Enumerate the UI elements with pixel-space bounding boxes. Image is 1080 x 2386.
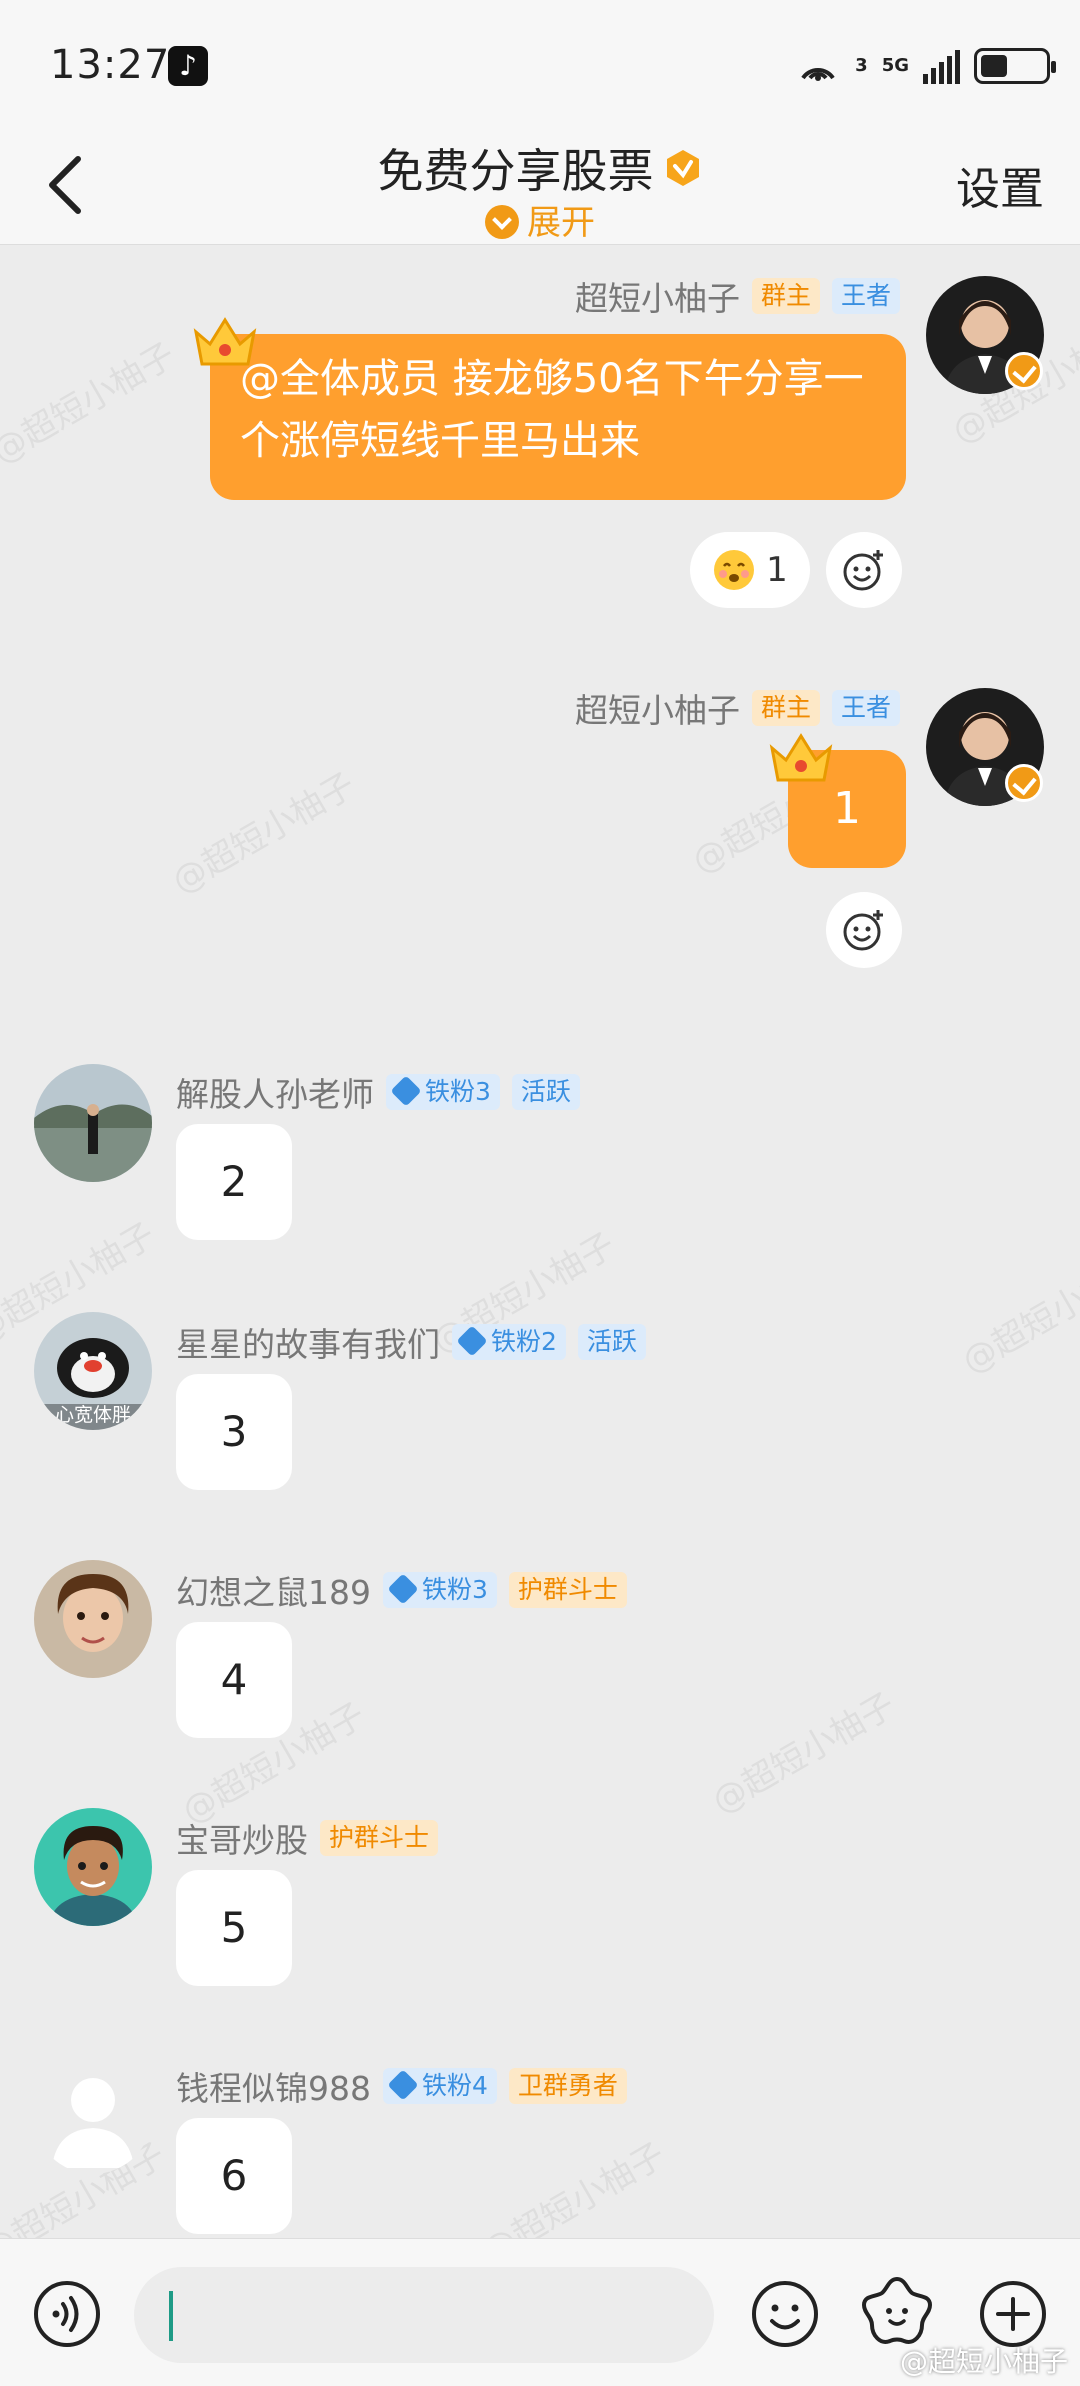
fan-tag-label: 铁粉3 xyxy=(422,1575,488,1604)
sender-info: 超短小柚子 群主 王者 xyxy=(575,272,900,320)
sender-info: 宝哥炒股 护群斗士 xyxy=(176,1814,439,1862)
reaction-count: 1 xyxy=(766,550,788,590)
settings-button[interactable]: 设置 xyxy=(956,153,1044,217)
input-bar: @超短小柚子 xyxy=(0,2238,1080,2386)
activity-tag: 活跃 xyxy=(511,1074,580,1110)
status-bar: 13:27 ♪ 3 5G xyxy=(0,0,1080,135)
avatar[interactable] xyxy=(34,1064,152,1182)
watermark-text: @超短小柚子 xyxy=(955,1245,1080,1382)
avatar[interactable] xyxy=(34,1560,152,1678)
signal-icon xyxy=(923,48,960,84)
sender-name: 超短小柚子 xyxy=(574,279,740,318)
sender-name: 钱程似锦988 xyxy=(176,2069,371,2108)
fan-tag: 铁粉4 xyxy=(383,2068,497,2104)
message-bubble[interactable]: 4 xyxy=(176,1622,292,1738)
rank-tag: 王者 xyxy=(831,278,900,314)
status-indicators: 3 5G xyxy=(795,44,1056,88)
fan-tag-label: 铁粉3 xyxy=(425,1077,491,1106)
battery-icon xyxy=(974,48,1056,84)
fan-diamond-icon xyxy=(387,1573,419,1605)
battery-level xyxy=(981,55,1007,77)
network-type: 5G xyxy=(881,55,909,76)
avatar[interactable] xyxy=(34,1808,152,1926)
add-reaction-button[interactable] xyxy=(826,532,902,608)
avatar[interactable]: 心宽体胖 xyxy=(34,1312,152,1430)
sender-info: 解股人孙老师 铁粉3 活跃 xyxy=(176,1068,580,1116)
message-input[interactable] xyxy=(134,2267,714,2363)
fan-tag-label: 铁粉4 xyxy=(422,2071,488,2100)
role-tag: 卫群勇者 xyxy=(508,2068,627,2104)
rank-tag: 王者 xyxy=(831,690,900,726)
activity-tag: 活跃 xyxy=(577,1324,646,1360)
fan-diamond-icon xyxy=(387,2069,419,2101)
title-area: 免费分享股票 xyxy=(0,135,1080,201)
sender-name: 超短小柚子 xyxy=(574,691,740,730)
more-plus-button[interactable] xyxy=(978,2279,1048,2349)
verified-icon xyxy=(1005,764,1043,802)
status-time: 13:27 xyxy=(50,42,171,88)
sender-info: 超短小柚子 群主 王者 xyxy=(575,684,900,732)
verified-badge-icon xyxy=(666,150,699,186)
add-emoji-icon xyxy=(843,910,883,951)
voice-button[interactable] xyxy=(32,2279,102,2349)
avatar-caption: 心宽体胖 xyxy=(54,1404,131,1426)
avatar[interactable] xyxy=(34,2056,152,2174)
emoji-button[interactable] xyxy=(750,2279,820,2349)
message-bubble[interactable]: 5 xyxy=(176,1870,292,1986)
sender-info: 星星的故事有我们 铁粉2 活跃 xyxy=(176,1318,646,1366)
group-title: 免费分享股票 xyxy=(377,144,654,198)
sender-info: 钱程似锦988 铁粉4 卫群勇者 xyxy=(176,2062,627,2110)
fan-tag: 铁粉3 xyxy=(383,1572,497,1608)
add-emoji-icon xyxy=(843,550,883,591)
watermark-text: @超短小柚子 xyxy=(475,2135,673,2238)
sender-name: 幻想之鼠189 xyxy=(176,1573,371,1612)
owner-tag: 群主 xyxy=(751,278,820,314)
tiktok-icon: ♪ xyxy=(168,46,208,86)
reaction-chip[interactable]: 1 xyxy=(690,532,810,608)
owner-tag: 群主 xyxy=(751,690,820,726)
role-tag: 护群斗士 xyxy=(320,1820,439,1856)
message-bubble[interactable]: 6 xyxy=(176,2118,292,2234)
expand-label: 展开 xyxy=(527,203,595,243)
fan-tag: 铁粉2 xyxy=(452,1324,566,1360)
text-cursor xyxy=(169,2291,173,2341)
expand-toggle[interactable]: 展开 xyxy=(0,195,1080,244)
fan-diamond-icon xyxy=(456,1325,488,1357)
message-bubble[interactable]: @全体成员 接龙够50名下午分享一个涨停短线千里马出来 xyxy=(210,334,906,500)
message-list[interactable]: @超短小柚子 @超短小柚子 @超短小柚子 @超短小柚子 @超短小柚子 @超短小柚… xyxy=(0,246,1080,2238)
add-reaction-button[interactable] xyxy=(826,892,902,968)
sender-name: 宝哥炒股 xyxy=(176,1821,308,1860)
watermark-text: @超短小柚子 xyxy=(165,765,363,902)
chevron-down-icon xyxy=(485,204,519,239)
watermark-text: @超短小柚子 xyxy=(705,1685,903,1822)
sender-name: 解股人孙老师 xyxy=(176,1075,374,1114)
message-bubble[interactable]: 3 xyxy=(176,1374,292,1490)
crown-icon xyxy=(769,733,833,782)
fan-tag-label: 铁粉2 xyxy=(491,1327,557,1356)
hotspot-count: 3 xyxy=(855,55,868,76)
sender-info: 幻想之鼠189 铁粉3 护群斗士 xyxy=(176,1566,627,1614)
crown-icon xyxy=(193,317,257,366)
fan-tag: 铁粉3 xyxy=(386,1074,500,1110)
verified-icon xyxy=(1005,352,1043,390)
chat-header: 免费分享股票 展开 设置 xyxy=(0,135,1080,245)
sticker-button[interactable] xyxy=(860,2275,934,2349)
corner-watermark: @超短小柚子 xyxy=(899,2345,1068,2378)
sender-name: 星星的故事有我们 xyxy=(176,1325,440,1364)
role-tag: 护群斗士 xyxy=(508,1572,627,1608)
emoji-shy-icon xyxy=(714,550,755,590)
watermark-text: @超短小柚子 xyxy=(0,335,183,472)
hotspot-icon xyxy=(801,68,835,81)
message-bubble[interactable]: 2 xyxy=(176,1124,292,1240)
fan-diamond-icon xyxy=(390,1075,422,1107)
